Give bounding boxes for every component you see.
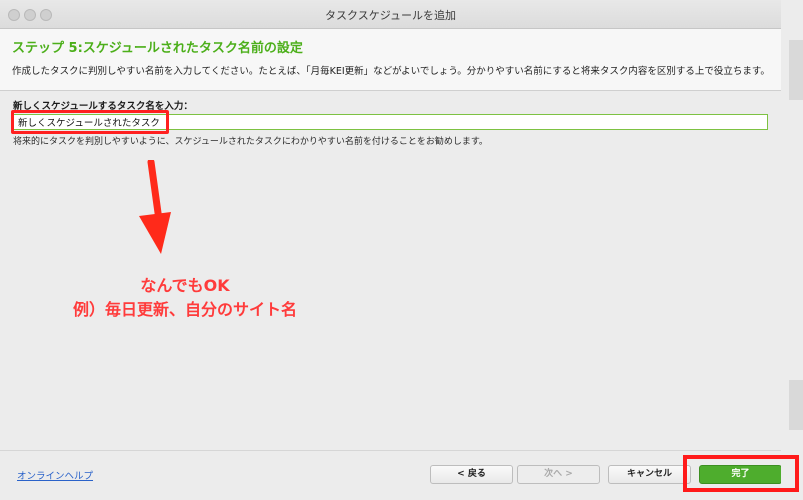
step-title: ステップ 5:スケジュールされたタスク名前の設定 [12,41,303,56]
annotation-line-1: なんでもOK [140,276,230,295]
title-bar: タスクスケジュールを追加 [0,0,781,29]
input-highlight-box [11,110,169,134]
annotation-note: なんでもOK 例）毎日更新、自分のサイト名 [0,274,370,322]
task-name-hint: 将来的にタスクを判別しやすいように、スケジュールされたタスクにわかりやすい名前を… [13,137,488,147]
background-window-segment [789,380,803,430]
background-window-strip [781,0,803,500]
background-window-segment [789,40,803,100]
step-header: ステップ 5:スケジュールされたタスク名前の設定 作成したタスクに判別しやすい名… [0,29,781,91]
step-description: 作成したタスクに判別しやすい名前を入力してください。たとえば、「月毎KEI更新」… [12,66,770,77]
arrow-down-icon [139,160,171,254]
cancel-button[interactable]: キャンセル [608,465,691,484]
add-task-dialog: タスクスケジュールを追加 ステップ 5:スケジュールされたタスク名前の設定 作成… [0,0,781,500]
window-title: タスクスケジュールを追加 [325,9,456,22]
footer-divider [0,450,781,451]
back-button[interactable]: < 戻る [430,465,513,484]
online-help-link[interactable]: オンラインヘルプ [17,468,93,482]
annotation-line-2: 例）毎日更新、自分のサイト名 [72,300,297,319]
finish-highlight-box [683,455,799,492]
next-button[interactable]: 次へ > [517,465,600,484]
